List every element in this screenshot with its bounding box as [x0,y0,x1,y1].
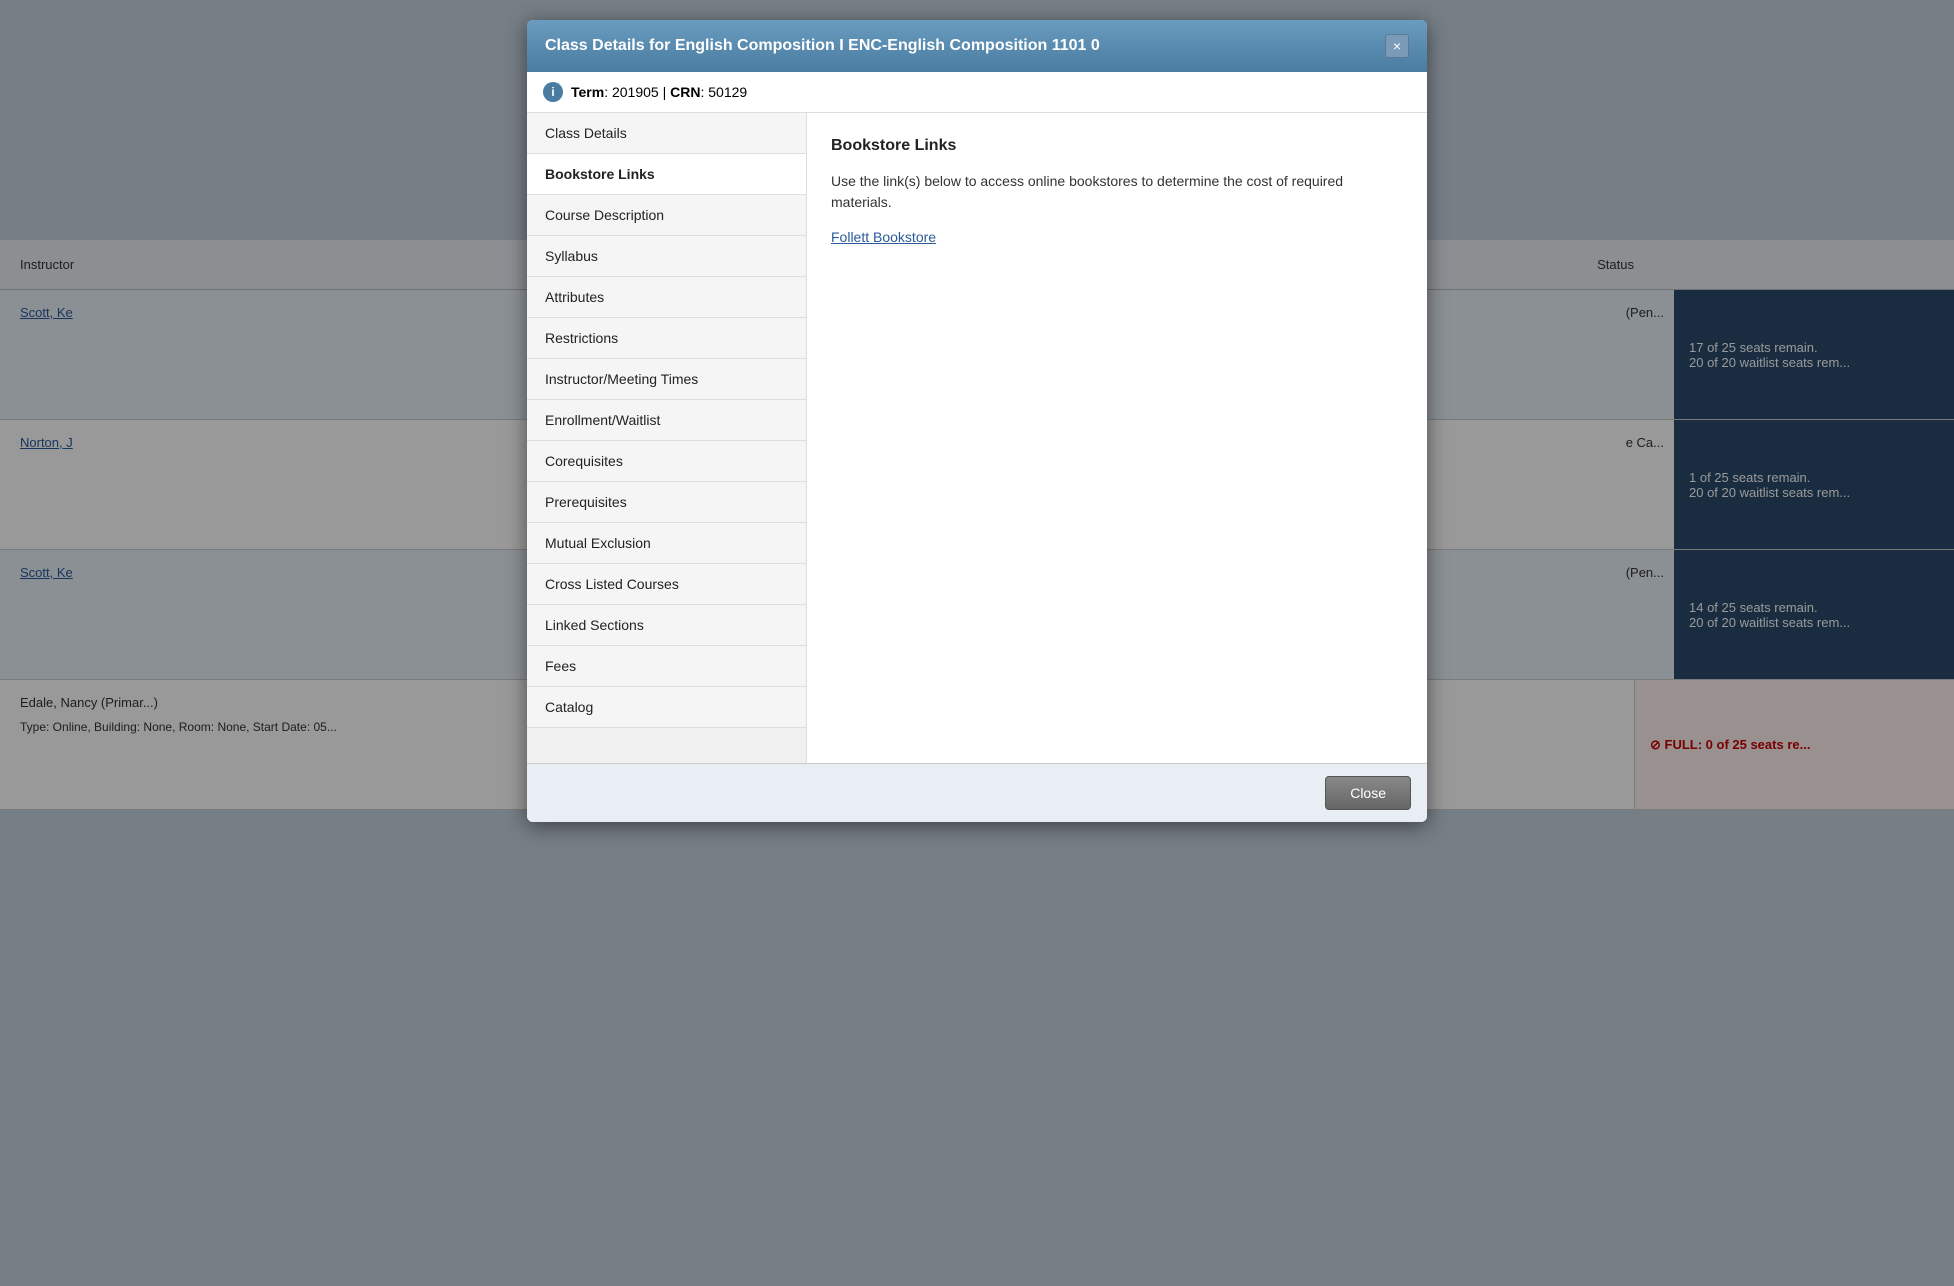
info-icon: i [543,82,563,102]
content-title: Bookstore Links [831,137,1403,155]
sidebar-item-catalog[interactable]: Catalog [527,687,806,728]
modal-header: Class Details for English Composition I … [527,20,1427,72]
content-description: Use the link(s) below to access online b… [831,171,1403,213]
term-label: Term: 201905 | CRN: 50129 [571,84,747,100]
modal-sidebar: Class Details Bookstore Links Course Des… [527,113,807,763]
class-details-modal: Class Details for English Composition I … [527,20,1427,822]
sidebar-item-corequisites[interactable]: Corequisites [527,441,806,482]
sidebar-item-restrictions[interactable]: Restrictions [527,318,806,359]
sidebar-item-enrollment-waitlist[interactable]: Enrollment/Waitlist [527,400,806,441]
sidebar-item-prerequisites[interactable]: Prerequisites [527,482,806,523]
sidebar-item-linked-sections[interactable]: Linked Sections [527,605,806,646]
sidebar-item-syllabus[interactable]: Syllabus [527,236,806,277]
modal-title: Class Details for English Composition I … [545,37,1100,55]
sidebar-item-attributes[interactable]: Attributes [527,277,806,318]
modal-content-area: Bookstore Links Use the link(s) below to… [807,113,1427,763]
sidebar-item-instructor-meeting-times[interactable]: Instructor/Meeting Times [527,359,806,400]
sidebar-item-bookstore-links[interactable]: Bookstore Links [527,154,806,195]
term-crn-row: i Term: 201905 | CRN: 50129 [527,72,1427,113]
modal-close-x-button[interactable]: × [1385,34,1409,58]
follett-bookstore-link[interactable]: Follett Bookstore [831,229,936,245]
modal-body: Class Details Bookstore Links Course Des… [527,113,1427,763]
sidebar-item-course-description[interactable]: Course Description [527,195,806,236]
modal-footer: Close [527,763,1427,822]
sidebar-item-cross-listed-courses[interactable]: Cross Listed Courses [527,564,806,605]
sidebar-item-class-details[interactable]: Class Details [527,113,806,154]
close-button[interactable]: Close [1325,776,1411,810]
sidebar-item-fees[interactable]: Fees [527,646,806,687]
modal-overlay: Class Details for English Composition I … [0,0,1954,1286]
sidebar-item-mutual-exclusion[interactable]: Mutual Exclusion [527,523,806,564]
